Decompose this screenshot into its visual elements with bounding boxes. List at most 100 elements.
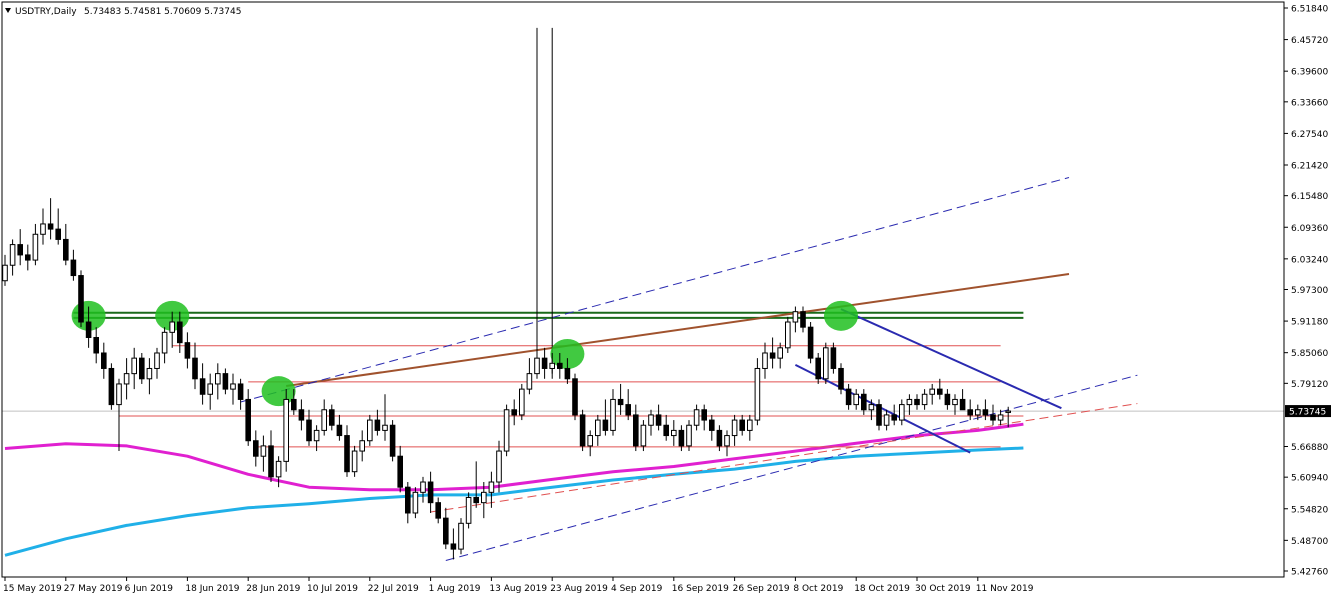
candle-body bbox=[929, 388, 936, 395]
candle-body bbox=[587, 435, 594, 447]
candle-body bbox=[32, 233, 39, 261]
candle-body bbox=[625, 404, 632, 416]
y-tick-label: 5.42760 bbox=[1291, 568, 1328, 578]
ohlc-readout: 5.73483 5.74581 5.70609 5.73745 bbox=[84, 7, 241, 17]
candle-body bbox=[70, 259, 77, 277]
y-tick-label: 6.09360 bbox=[1291, 224, 1328, 234]
candle-body bbox=[595, 419, 601, 437]
candle-body bbox=[268, 445, 274, 478]
candle-body bbox=[291, 398, 297, 411]
x-tick-label: 15 May 2019 bbox=[3, 584, 62, 594]
candle-body bbox=[861, 393, 867, 411]
candle-body bbox=[853, 393, 860, 406]
candle-body bbox=[336, 424, 343, 437]
y-tick-label: 6.51840 bbox=[1291, 5, 1328, 15]
candle-body bbox=[640, 424, 647, 447]
candle-body bbox=[367, 419, 373, 442]
candle bbox=[503, 404, 510, 457]
x-tick-label: 23 Aug 2019 bbox=[550, 584, 608, 594]
current-price-label: 5.73745 bbox=[1289, 408, 1326, 418]
candle bbox=[78, 270, 84, 328]
y-tick-label: 5.60940 bbox=[1291, 474, 1328, 484]
candle-body bbox=[671, 429, 677, 437]
candle-body bbox=[9, 244, 16, 266]
candle-body bbox=[496, 450, 502, 483]
y-tick-label: 6.39600 bbox=[1291, 68, 1328, 78]
candle-body bbox=[17, 244, 23, 256]
x-tick-label: 10 Jul 2019 bbox=[307, 584, 358, 594]
x-tick-label: 6 Jun 2019 bbox=[125, 584, 174, 594]
candle-body bbox=[830, 347, 837, 369]
candle-body bbox=[602, 419, 609, 431]
candle-body bbox=[891, 414, 898, 421]
candle-body bbox=[298, 409, 305, 421]
candle-body bbox=[481, 491, 487, 504]
candle-body bbox=[108, 367, 115, 406]
chart-background bbox=[0, 0, 1332, 598]
candle-body bbox=[876, 404, 882, 426]
candle bbox=[465, 492, 472, 529]
candle-body bbox=[564, 367, 571, 380]
candle-body bbox=[693, 409, 700, 426]
candle-body bbox=[329, 409, 335, 426]
candle-body bbox=[678, 429, 685, 447]
candle bbox=[754, 358, 761, 426]
candle-body bbox=[633, 414, 639, 447]
y-tick-label: 5.85060 bbox=[1291, 349, 1328, 359]
candle-body bbox=[192, 357, 198, 380]
candle-body bbox=[769, 352, 776, 359]
candle bbox=[807, 322, 814, 364]
candle-body bbox=[526, 373, 533, 390]
x-tick-label: 13 Aug 2019 bbox=[489, 584, 547, 594]
x-tick-label: 1 Aug 2019 bbox=[429, 584, 481, 594]
candle bbox=[283, 389, 289, 472]
candle bbox=[572, 373, 578, 421]
candle-body bbox=[63, 238, 69, 261]
candle-body bbox=[85, 321, 92, 339]
candle-body bbox=[785, 321, 791, 349]
candle-body bbox=[572, 378, 578, 416]
candle-body bbox=[161, 331, 168, 354]
candle-body bbox=[914, 398, 920, 406]
candle-body bbox=[260, 445, 267, 457]
y-tick-label: 6.27540 bbox=[1291, 130, 1328, 140]
candle-body bbox=[131, 357, 137, 375]
price-chart[interactable]: 6.51840 6.45720 6.39600 6.33660 6.27540 6.214… bbox=[0, 0, 1332, 598]
y-tick-label: 5.97300 bbox=[1291, 286, 1328, 296]
candle-body bbox=[40, 223, 46, 235]
candle-body bbox=[731, 419, 738, 437]
y-tick-label: 6.21420 bbox=[1291, 162, 1328, 172]
candle-body bbox=[25, 254, 31, 261]
candle-body bbox=[937, 388, 943, 395]
candle-body bbox=[435, 502, 441, 519]
candle-body bbox=[253, 440, 259, 457]
candle-body bbox=[823, 347, 829, 380]
candle-body bbox=[724, 435, 730, 447]
candle-body bbox=[868, 404, 875, 411]
candle-body bbox=[655, 414, 662, 426]
candle-body bbox=[792, 311, 799, 323]
candle-body bbox=[815, 357, 822, 380]
candle-body bbox=[511, 409, 517, 416]
candle bbox=[108, 363, 115, 410]
candle-body bbox=[557, 362, 563, 369]
x-tick-label: 18 Jun 2019 bbox=[185, 584, 239, 594]
x-tick-label: 11 Nov 2019 bbox=[976, 584, 1034, 594]
candle-body bbox=[405, 486, 411, 514]
candle-body bbox=[116, 383, 122, 406]
candle-body bbox=[845, 388, 852, 406]
candle-body bbox=[458, 522, 464, 550]
candle-body bbox=[359, 440, 365, 452]
candle-body bbox=[959, 398, 966, 411]
chart-window[interactable]: 6.51840 6.45720 6.39600 6.33660 6.27540 6.214… bbox=[0, 0, 1332, 598]
x-tick-label: 28 Jun 2019 bbox=[246, 584, 300, 594]
candle-body bbox=[663, 424, 670, 437]
candle-body bbox=[184, 342, 191, 359]
candle-body bbox=[450, 543, 457, 550]
candle bbox=[519, 383, 525, 421]
candle-body bbox=[754, 367, 761, 421]
x-tick-label: 18 Oct 2019 bbox=[854, 584, 910, 594]
candle-body bbox=[2, 264, 8, 282]
candle-body bbox=[975, 409, 981, 416]
candle-body bbox=[443, 517, 449, 545]
